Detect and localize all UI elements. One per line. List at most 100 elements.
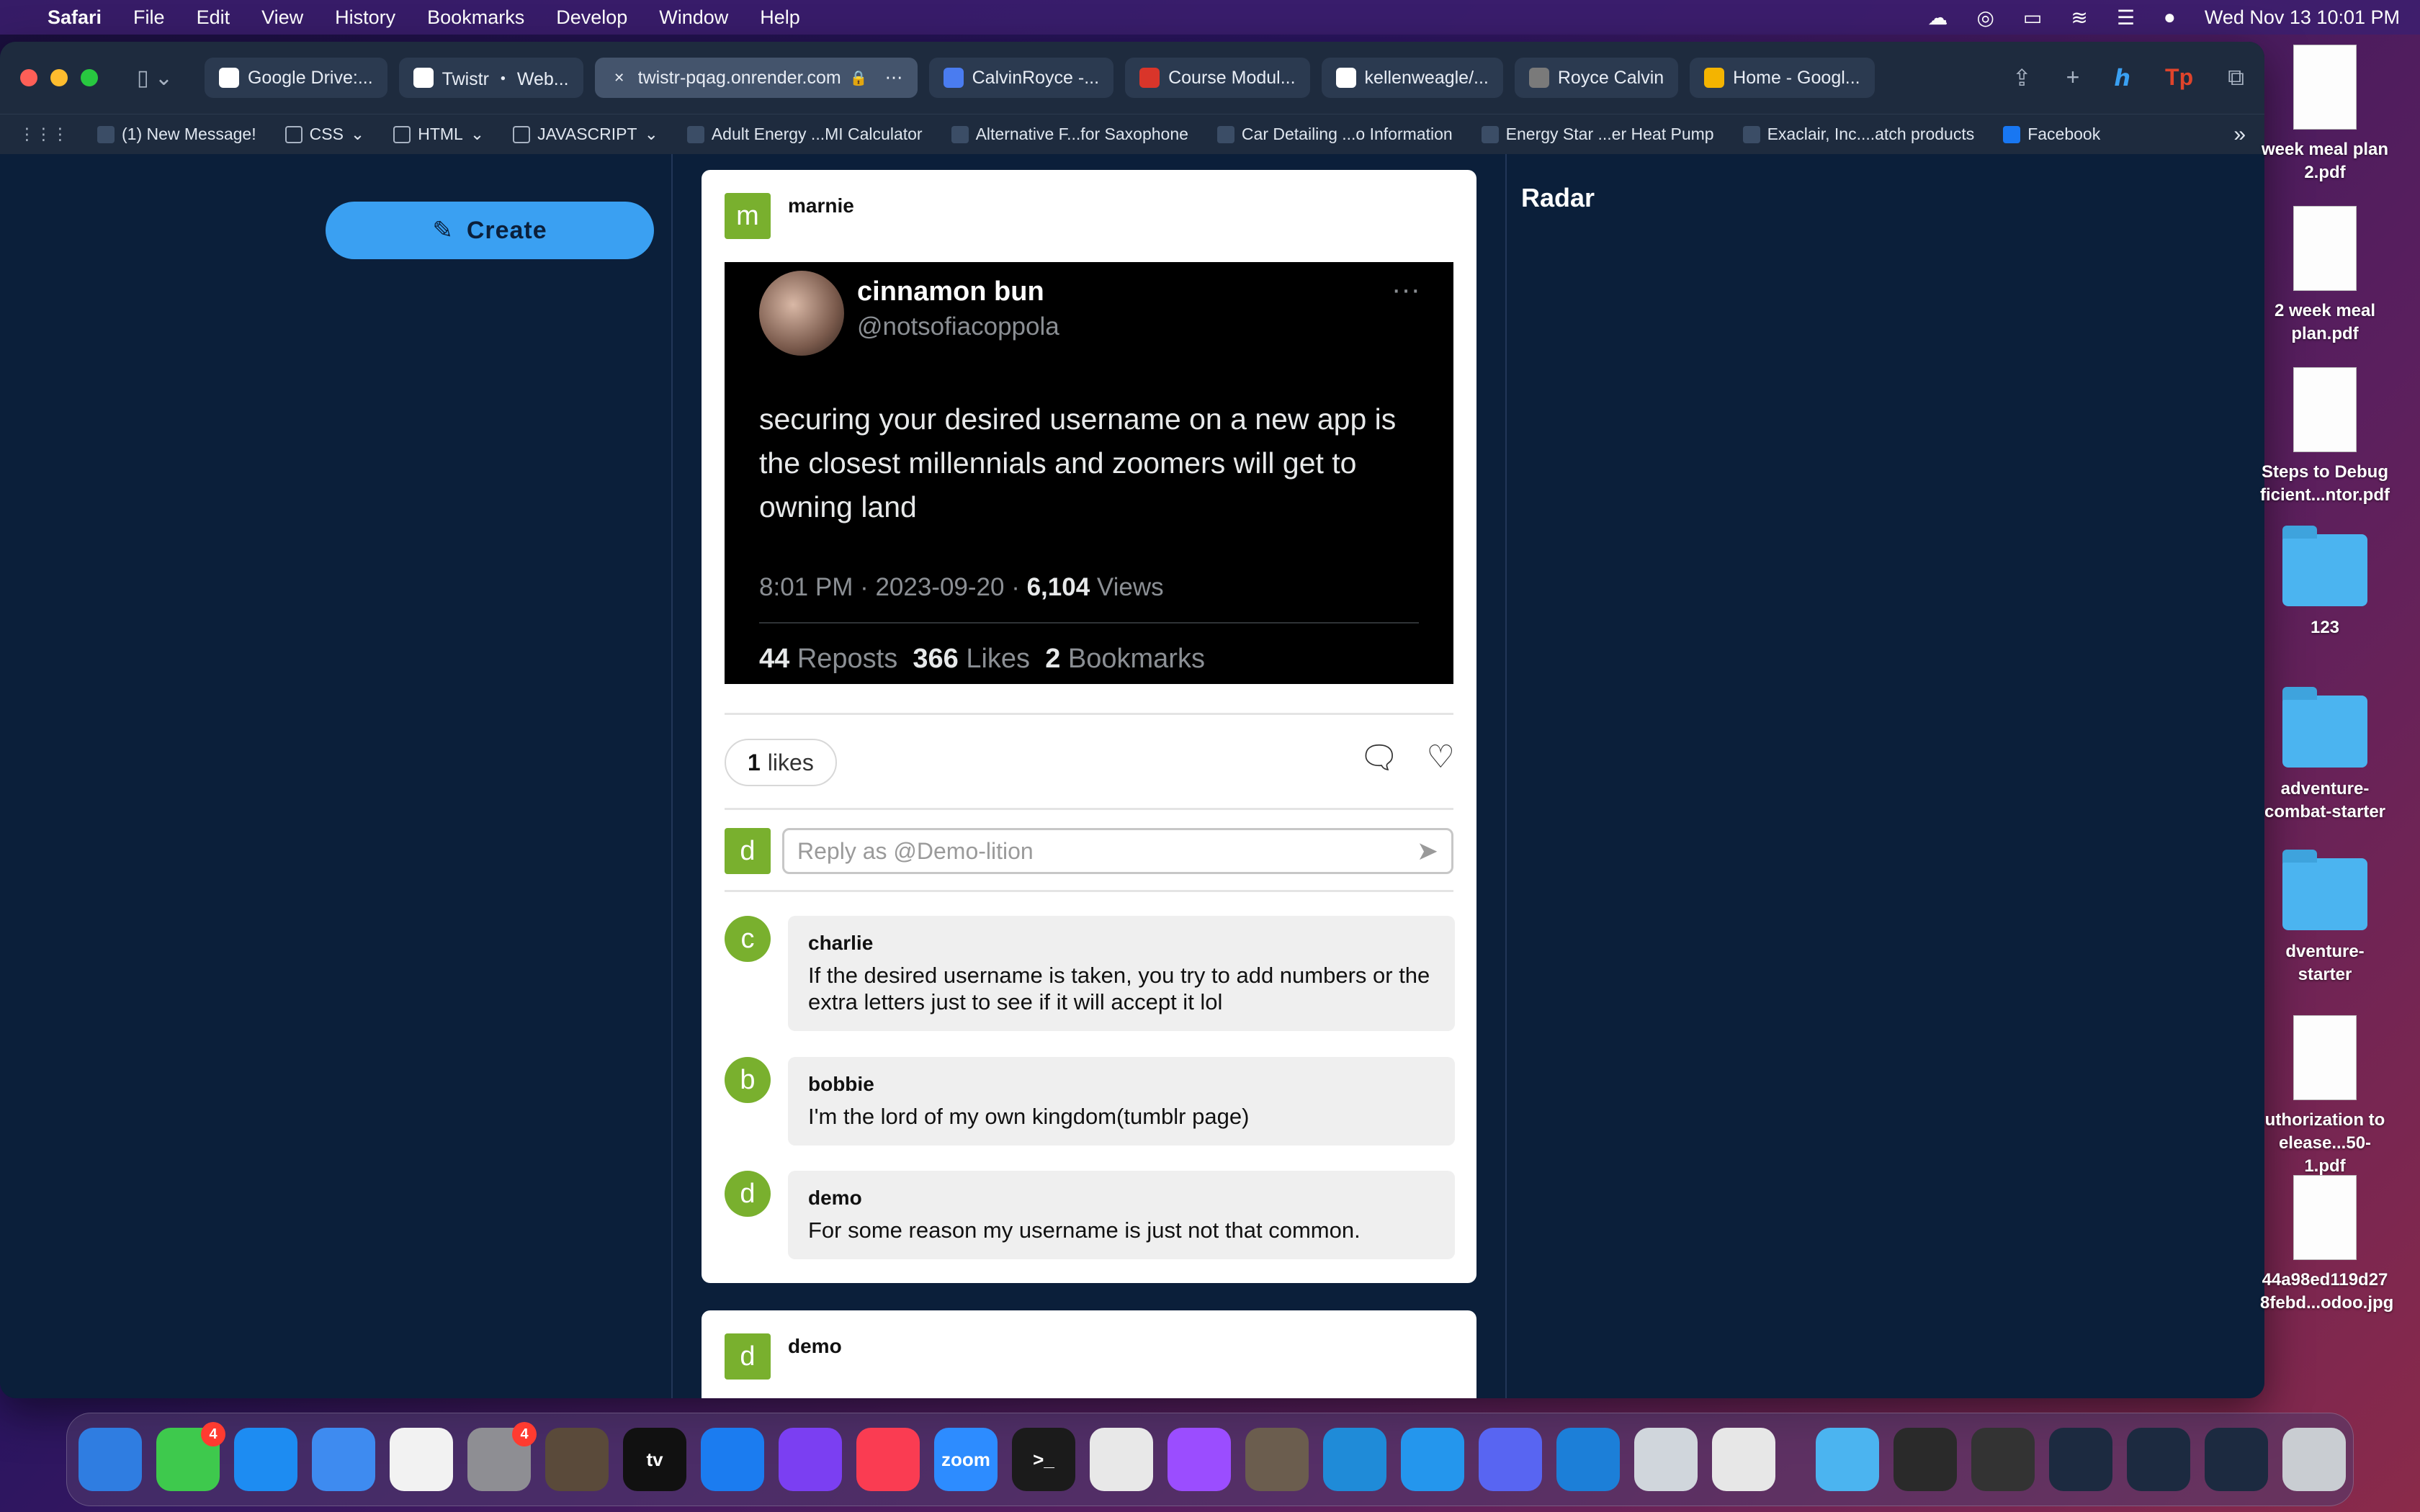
tab-0[interactable]: Google Drive:... [204,58,387,98]
tab-3[interactable]: CalvinRoyce -... [928,58,1114,98]
bookmark-1[interactable]: CSS ⌄ [284,125,364,144]
window-recent-2-icon[interactable] [1971,1428,2035,1491]
battery-icon[interactable]: ▭ [2023,6,2042,30]
desktop-item[interactable]: dventure-starter [2260,850,2390,986]
new-tab-icon[interactable]: + [2066,64,2080,91]
feedback-icon[interactable] [779,1428,842,1491]
bookmark-5[interactable]: Alternative F...for Saxophone [951,125,1188,144]
extension-h-icon[interactable]: ℎ [2114,64,2130,91]
bookmark-0[interactable]: (1) New Message! [97,125,256,144]
menu-view[interactable]: View [261,6,303,29]
photos-icon[interactable] [390,1428,453,1491]
terminal-icon[interactable]: >_ [1012,1428,1075,1491]
desktop-item[interactable]: week meal plan 2.pdf [2260,45,2390,184]
siri-icon[interactable]: ● [2164,6,2176,29]
author-avatar[interactable]: m [725,193,771,239]
discord-icon[interactable] [1479,1428,1542,1491]
bookmark-4[interactable]: Adult Energy ...MI Calculator [686,125,923,144]
system-settings-icon[interactable]: 4 [467,1422,537,1491]
bookmark-2[interactable]: HTML ⌄ [393,125,484,144]
tab-5[interactable]: kellenweagle/... [1321,58,1503,98]
tab-overview-icon[interactable]: ⧉ [2228,64,2244,91]
comment-icon[interactable]: 🗨 [1359,739,1399,776]
clock-icon[interactable] [1245,1428,1309,1491]
roblox-icon[interactable] [1712,1428,1775,1491]
author-avatar[interactable]: d [725,1333,771,1380]
messages-icon[interactable]: 4 [156,1422,225,1491]
control-center-icon[interactable]: ☰ [2117,6,2135,30]
desktop-item[interactable]: Steps to Debug ficient...ntor.pdf [2260,367,2390,507]
bookmark-9[interactable]: Facebook [2003,125,2100,144]
comment-author[interactable]: charlie [808,932,1435,955]
window-recent-1-icon[interactable] [1894,1428,1957,1491]
jetbrains-icon[interactable] [1556,1428,1620,1491]
sidebar-toggle-icon[interactable]: ▯ ⌄ [137,66,173,91]
finder-icon[interactable] [79,1428,142,1491]
menu-clock[interactable]: Wed Nov 13 10:01 PM [2205,6,2400,29]
heart-icon[interactable]: ♡ [1427,739,1455,776]
desktop-item[interactable]: uthorization to elease...50-1.pdf [2260,1015,2390,1178]
menu-develop[interactable]: Develop [556,6,627,29]
share-icon[interactable]: ⇪ [2012,64,2032,91]
desktop-item[interactable]: 123 [2260,526,2390,639]
window-recent-4-icon[interactable] [2127,1428,2190,1491]
menu-file[interactable]: File [133,6,165,29]
comment-author[interactable]: bobbie [808,1073,1435,1096]
desktop-item[interactable]: 2 week meal plan.pdf [2260,206,2390,346]
menu-edit[interactable]: Edit [197,6,230,29]
bookmark-6[interactable]: Car Detailing ...o Information [1216,125,1453,144]
comment-avatar[interactable]: b [725,1057,771,1103]
wifi-icon[interactable]: ≋ [2071,6,2087,30]
comment-avatar[interactable]: c [725,916,771,962]
menu-history[interactable]: History [335,6,395,29]
menu-help[interactable]: Help [760,6,800,29]
app-store-icon[interactable] [701,1428,764,1491]
author-name[interactable]: demo [788,1335,842,1380]
comment-avatar[interactable]: d [725,1171,771,1217]
docker-icon[interactable] [1401,1428,1464,1491]
chrome-icon[interactable] [1090,1428,1153,1491]
tab-2[interactable]: ✕ twistr-pqag.onrender.com 🔒 ⋯ [594,58,918,98]
tab-7[interactable]: Home - Googl... [1690,58,1875,98]
apple-tv-icon[interactable]: tv [623,1428,686,1491]
music-icon[interactable] [856,1428,920,1491]
safari-icon[interactable] [234,1428,297,1491]
desktop-item[interactable]: 44a98ed119d27 8febd...odoo.jpg [2260,1175,2393,1315]
screenshot-icon[interactable] [545,1428,609,1491]
close-window-button[interactable] [20,69,37,86]
mail-icon[interactable] [312,1428,375,1491]
reply-input[interactable]: Reply as @Demo-lition ➤ [782,828,1453,874]
apps-grid-icon[interactable]: ⋮⋮⋮ [19,125,68,144]
menu-bookmarks[interactable]: Bookmarks [427,6,524,29]
window-recent-5-icon[interactable] [2205,1428,2268,1491]
postgres-icon[interactable] [1634,1428,1698,1491]
creative-cloud-icon[interactable]: ☁ [1927,6,1948,30]
post-image[interactable]: cinnamon bun @notsofiacoppola ··· securi… [725,262,1453,684]
tab-4[interactable]: Course Modul... [1125,58,1310,98]
tab-1[interactable]: Twistr ・ Web... [398,58,583,98]
menu-app-name[interactable]: Safari [48,6,102,29]
minimize-window-button[interactable] [50,69,68,86]
zoom-icon[interactable]: zoom [934,1428,998,1491]
bookmark-7[interactable]: Energy Star ...er Heat Pump [1481,125,1714,144]
author-name[interactable]: marnie [788,194,854,239]
desktop-item[interactable]: adventure-combat-starter [2260,687,2390,824]
folder-recent-icon[interactable] [1816,1428,1879,1491]
menu-window[interactable]: Window [659,6,728,29]
page-menu-icon[interactable]: ⋯ [885,67,903,89]
extension-tp-icon[interactable]: Tp [2165,64,2193,91]
fullscreen-window-button[interactable] [81,69,98,86]
send-icon[interactable]: ➤ [1417,836,1438,866]
messenger-icon[interactable] [1168,1428,1231,1491]
likes-button[interactable]: 1 likes [725,739,837,786]
window-recent-3-icon[interactable] [2049,1428,2112,1491]
trash-icon[interactable] [2282,1428,2346,1491]
bookmark-3[interactable]: JAVASCRIPT ⌄ [513,125,658,144]
vscode-icon[interactable] [1323,1428,1386,1491]
comment-author[interactable]: demo [808,1187,1435,1210]
airdrop-icon[interactable]: ◎ [1976,6,1994,30]
tab-6[interactable]: Royce Calvin [1514,58,1679,98]
bookmarks-overflow-icon[interactable]: » [2233,122,2246,147]
create-button[interactable]: ✎ Create [326,202,654,259]
bookmark-8[interactable]: Exaclair, Inc....atch products [1742,125,1974,144]
